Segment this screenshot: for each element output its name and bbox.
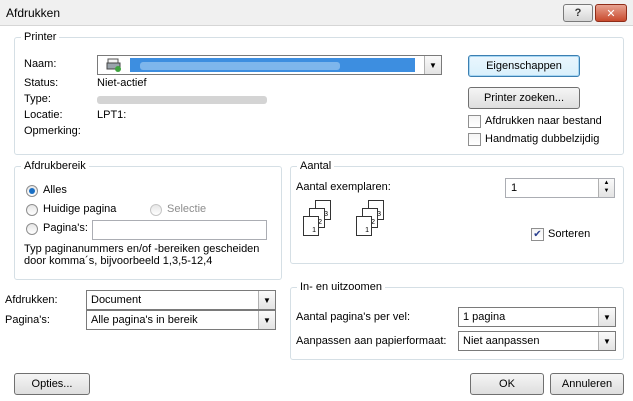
range-all-radio[interactable] <box>26 185 38 197</box>
properties-button[interactable]: Eigenschappen <box>468 55 580 77</box>
chevron-down-icon[interactable]: ▼ <box>258 291 275 309</box>
copies-spinner[interactable]: ▲ ▼ <box>598 179 614 197</box>
location-value: LPT1: <box>97 109 127 121</box>
comment-label: Opmerking: <box>24 125 81 137</box>
help-button[interactable]: ? <box>563 4 593 22</box>
chevron-down-icon[interactable]: ▼ <box>598 308 615 326</box>
print-to-file-label[interactable]: Afdrukken naar bestand <box>485 115 602 127</box>
find-printer-button[interactable]: Printer zoeken... <box>468 87 580 109</box>
printer-group-label: Printer <box>21 31 60 43</box>
cancel-button[interactable]: Annuleren <box>550 373 624 395</box>
copies-count-value: 1 <box>511 182 518 194</box>
pages-per-sheet-value: 1 pagina <box>463 311 506 323</box>
print-range-group-label: Afdrukbereik <box>21 160 89 172</box>
type-value-redacted <box>97 96 267 104</box>
chevron-down-icon[interactable]: ▼ <box>258 311 275 329</box>
printer-name-label: Naam: <box>24 58 57 70</box>
location-label: Locatie: <box>24 109 63 121</box>
range-selection-radio <box>150 204 162 216</box>
status-label: Status: <box>24 77 59 89</box>
printer-icon <box>106 58 122 72</box>
scale-select[interactable]: Niet aanpassen ▼ <box>458 331 616 351</box>
page-icon-1b: 1 <box>356 216 372 236</box>
range-pages-label[interactable]: Pagina's: <box>43 222 88 234</box>
manual-duplex-checkbox[interactable] <box>468 133 481 146</box>
copies-group-label: Aantal <box>297 160 335 172</box>
status-value: Niet-actief <box>97 77 147 89</box>
pages-per-sheet-label: Aantal pagina's per vel: <box>296 311 411 323</box>
print-pages-select[interactable]: Alle pagina's in bereik ▼ <box>86 310 276 330</box>
print-to-file-checkbox[interactable] <box>468 115 481 128</box>
print-what-value: Document <box>91 294 142 306</box>
range-pages-radio[interactable] <box>26 223 38 235</box>
pages-per-sheet-select[interactable]: 1 pagina ▼ <box>458 307 616 327</box>
collate-checkbox[interactable]: ✔ <box>531 228 544 241</box>
range-current-page-radio[interactable] <box>26 204 38 216</box>
copies-count-input[interactable]: 1 ▲ ▼ <box>505 178 615 198</box>
page-icon-1a: 1 <box>303 216 319 236</box>
print-pages-label: Pagina's: <box>5 314 50 326</box>
type-label: Type: <box>24 93 51 105</box>
zoom-group-label: In- en uitzoomen <box>297 281 385 293</box>
scale-value: Niet aanpassen <box>463 335 540 347</box>
manual-duplex-label[interactable]: Handmatig dubbelzijdig <box>485 133 599 145</box>
print-what-select[interactable]: Document ▼ <box>86 290 276 310</box>
range-help-line1: Typ paginanummers en/of -bereiken gesche… <box>24 243 260 255</box>
scale-label: Aanpassen aan papierformaat: <box>296 335 447 347</box>
range-help-line2: door komma´s, bijvoorbeeld 1,3,5-12,4 <box>24 255 213 267</box>
chevron-down-icon[interactable]: ▼ <box>424 56 441 74</box>
print-pages-value: Alle pagina's in bereik <box>91 314 198 326</box>
collate-label[interactable]: Sorteren <box>548 228 590 240</box>
window-title: Afdrukken <box>6 6 61 20</box>
chevron-down-icon[interactable]: ▼ <box>598 332 615 350</box>
range-selection-label: Selectie <box>167 203 207 215</box>
copies-count-label: Aantal exemplaren: <box>296 181 391 193</box>
pages-input[interactable] <box>92 220 267 240</box>
ok-button[interactable]: OK <box>470 373 544 395</box>
range-current-page-label[interactable]: Huidige pagina <box>43 203 116 215</box>
printer-name-redacted <box>140 62 340 70</box>
print-what-label: Afdrukken: <box>5 294 58 306</box>
close-button[interactable]: ✕ <box>595 4 627 22</box>
range-all-label[interactable]: Alles <box>43 184 67 196</box>
printer-name-select[interactable]: ▼ <box>97 55 442 75</box>
title-bar: Afdrukken ? ✕ <box>0 0 633 26</box>
options-button[interactable]: Opties... <box>14 373 90 395</box>
